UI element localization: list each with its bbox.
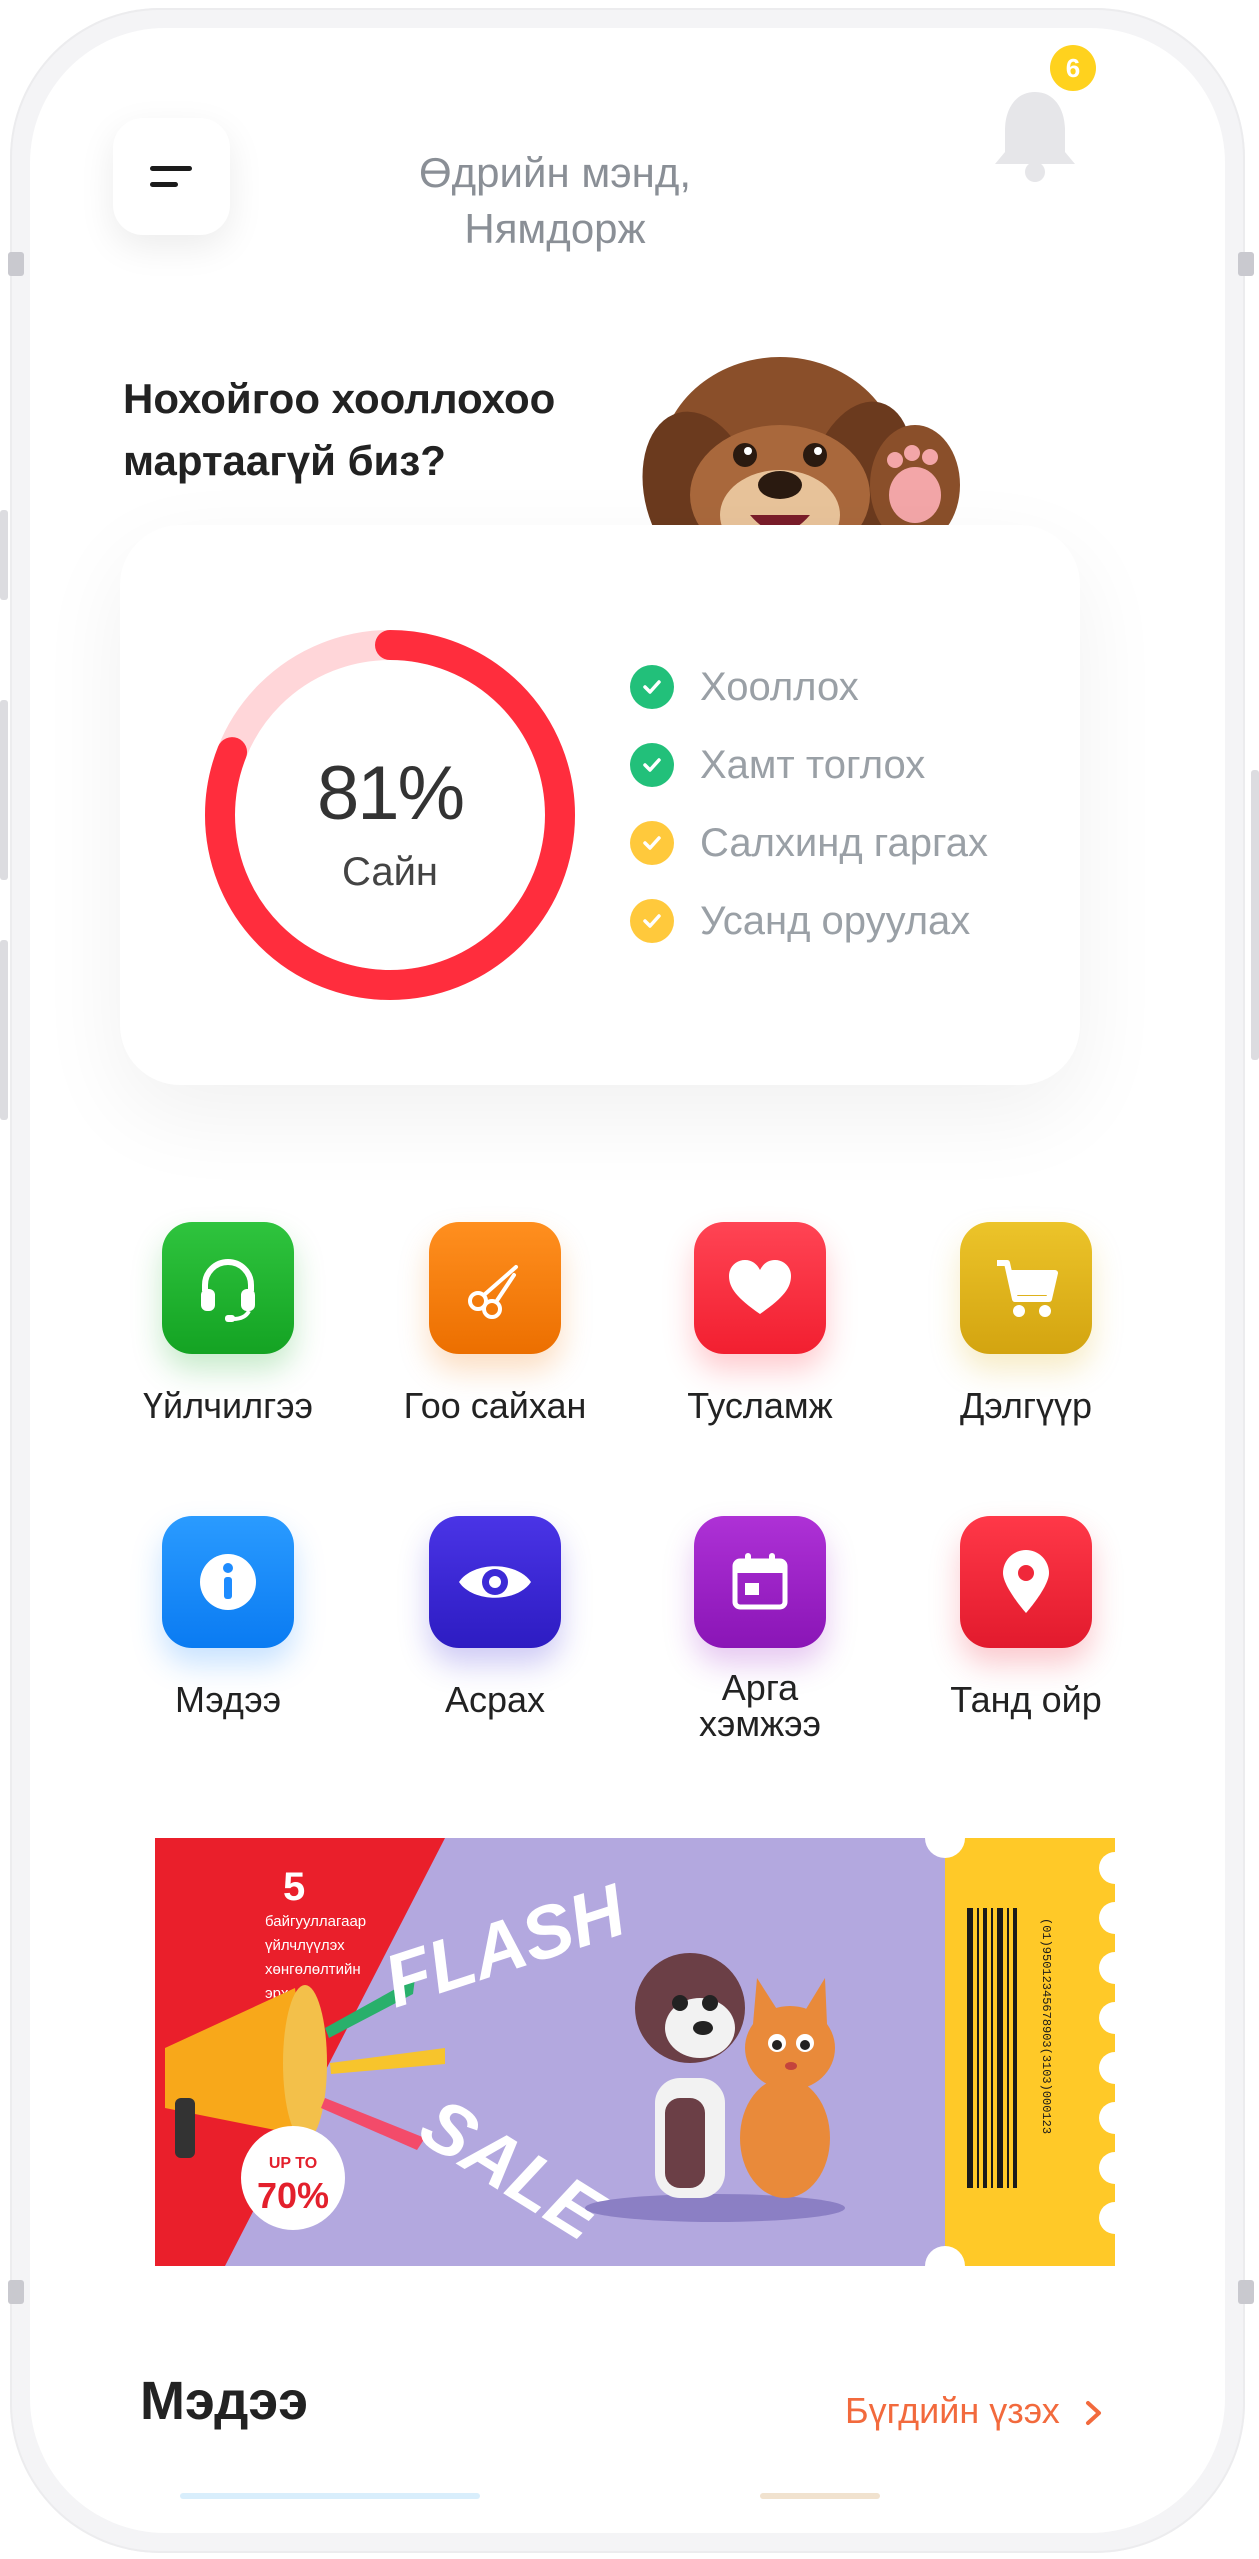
task-label: Хамт тоглох — [700, 742, 926, 787]
check-circle-icon — [630, 665, 674, 709]
menu-item-help[interactable]: Тусламж — [640, 1222, 880, 1426]
menu-tile[interactable] — [162, 1222, 294, 1354]
reminder-line-2: мартаагүй биз? — [123, 437, 446, 484]
menu-label: Асрах — [444, 1679, 546, 1720]
frame-notch-right-top — [1238, 252, 1254, 276]
eye-icon — [459, 1566, 531, 1598]
menu-tile[interactable] — [429, 1516, 561, 1648]
news-section-title: Мэдээ — [140, 2371, 309, 2431]
see-all-link[interactable]: Бүгдийн үзэх — [845, 2390, 1104, 2432]
side-button-mute — [0, 510, 8, 600]
heart-icon — [729, 1260, 791, 1314]
frame-notch-right-bottom — [1238, 2280, 1254, 2304]
reminder-headline: Нохойгоо хооллохоо мартаагүй биз? — [123, 368, 683, 492]
menu-label: Гоо сайхан — [403, 1385, 587, 1426]
notification-badge: 6 — [1050, 45, 1096, 91]
scissors-icon — [468, 1265, 518, 1319]
banner-number: 5 — [283, 1865, 305, 1909]
check-circle-icon — [630, 899, 674, 943]
menu-tile[interactable] — [429, 1222, 561, 1354]
menu-item-grooming[interactable]: Гоо сайхан — [375, 1222, 615, 1426]
task-item[interactable]: Хооллох — [630, 659, 1080, 715]
menu-item-nearby[interactable]: Танд ойр — [906, 1516, 1146, 1720]
side-button-volume-down — [0, 940, 8, 1120]
menu-item-shop[interactable]: Дэлгүүр — [906, 1222, 1146, 1426]
task-item[interactable]: Усанд оруулах — [630, 893, 1080, 949]
see-all-label: Бүгдийн үзэх — [845, 2390, 1060, 2431]
menu-label: Мэдээ — [174, 1679, 282, 1720]
menu-tile[interactable] — [162, 1516, 294, 1648]
check-circle-icon — [630, 821, 674, 865]
info-icon — [200, 1554, 256, 1610]
news-card-peek[interactable] — [180, 2493, 480, 2499]
side-button-power — [1251, 770, 1259, 1060]
menu-tile[interactable] — [960, 1222, 1092, 1354]
hamburger-icon — [149, 165, 192, 187]
frame-notch-left-bottom — [8, 2280, 24, 2304]
news-card-peek[interactable] — [760, 2493, 880, 2499]
cart-icon — [997, 1260, 1058, 1317]
progress-status: Сайн — [341, 850, 438, 894]
menu-item-news[interactable]: Мэдээ — [108, 1516, 348, 1720]
menu-item-service[interactable]: Үйлчилгээ — [108, 1222, 348, 1426]
menu-label: Дэлгүүр — [959, 1385, 1093, 1426]
banner-promo-line: байгууллагаар — [265, 1913, 366, 1930]
menu-label: Үйлчилгээ — [142, 1385, 314, 1426]
flash-sale-banner[interactable]: 5 байгууллагаар үйлчлүүлэх хөнгөлөлтийн … — [155, 1838, 1115, 2266]
menu-label: Тусламж — [687, 1385, 833, 1426]
side-button-volume-up — [0, 700, 8, 880]
frame-notch-left-top — [8, 252, 24, 276]
greeting-text: Өдрийн мэнд, — [419, 149, 691, 196]
discount-upto: UP TO — [269, 2155, 317, 2172]
headset-icon — [201, 1259, 255, 1322]
banner-promo-line: үйлчлүүлэх — [265, 1937, 345, 1954]
menu-tile[interactable] — [694, 1222, 826, 1354]
progress-percent: 81% — [316, 751, 465, 836]
menu-tile[interactable] — [960, 1516, 1092, 1648]
menu-label: Арга хэмжээ — [640, 1670, 880, 1742]
task-item[interactable]: Салхинд гаргах — [630, 815, 1080, 871]
bell-icon — [995, 92, 1075, 182]
check-circle-icon — [630, 743, 674, 787]
location-pin-icon — [1003, 1550, 1049, 1613]
menu-label: Танд ойр — [950, 1679, 1102, 1720]
task-label: Салхинд гаргах — [700, 820, 988, 865]
menu-item-care[interactable]: Асрах — [375, 1516, 615, 1720]
barcode-number: (01)95012345678903(3103)000123 — [1039, 1918, 1053, 2134]
discount-value: 70% — [257, 2175, 329, 2216]
task-item[interactable]: Хамт тоглох — [630, 737, 1080, 793]
menu-label-line: хэмжээ — [699, 1703, 821, 1744]
greeting: Өдрийн мэнд, Нямдорж — [330, 145, 780, 257]
barcode — [965, 1898, 1025, 2198]
calendar-icon — [732, 1553, 788, 1610]
user-name: Нямдорж — [464, 205, 646, 252]
menu-button[interactable] — [113, 118, 230, 235]
notification-button[interactable] — [985, 80, 1085, 190]
banner-promo-line: хөнгөлөлтийн — [265, 1961, 361, 1978]
menu-tile[interactable] — [694, 1516, 826, 1648]
reminder-line-1: Нохойгоо хооллохоо — [123, 375, 556, 422]
task-label: Хооллох — [700, 664, 859, 709]
task-label: Усанд оруулах — [700, 898, 971, 943]
chevron-right-icon — [1085, 2401, 1101, 2425]
menu-label-line: Арга — [721, 1667, 799, 1708]
menu-item-events[interactable]: Арга хэмжээ — [640, 1516, 880, 1742]
